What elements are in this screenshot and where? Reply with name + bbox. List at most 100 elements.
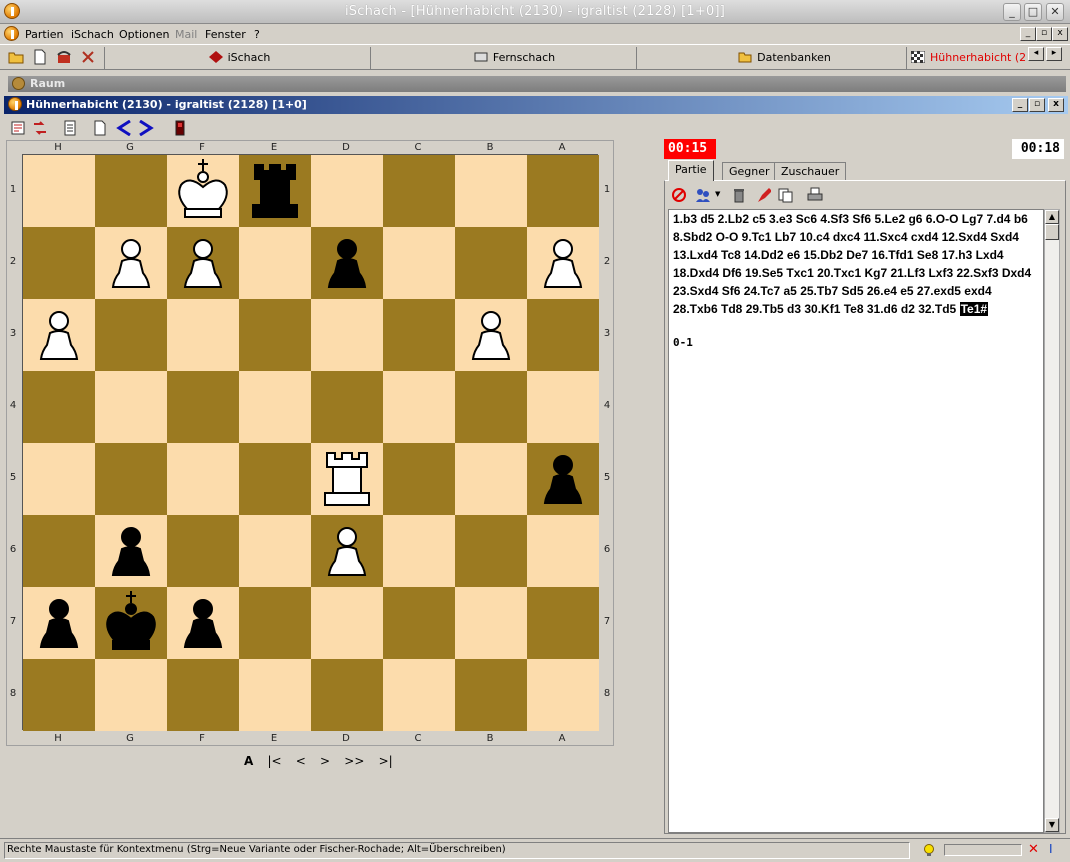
tab-ischach[interactable]: iSchach (104, 47, 370, 69)
square-g8[interactable] (95, 659, 167, 731)
square-g6[interactable] (95, 515, 167, 587)
black-pawn-icon[interactable] (95, 515, 167, 587)
square-d5[interactable] (311, 443, 383, 515)
mdi-close-button[interactable]: x (1052, 27, 1068, 41)
chess-clock-icon[interactable] (172, 120, 188, 136)
game-close-button[interactable]: x (1048, 98, 1064, 112)
last-move[interactable]: Te1# (959, 302, 989, 316)
close-button[interactable]: ✕ (1046, 3, 1064, 21)
square-h6[interactable] (23, 515, 95, 587)
square-b8[interactable] (455, 659, 527, 731)
game-restore-button[interactable]: ▫ (1029, 98, 1045, 112)
square-d4[interactable] (311, 371, 383, 443)
game-minimize-button[interactable]: _ (1012, 98, 1028, 112)
save-game-icon[interactable] (10, 120, 26, 136)
square-d3[interactable] (311, 299, 383, 371)
square-c8[interactable] (383, 659, 455, 731)
square-h8[interactable] (23, 659, 95, 731)
tab-scroll-left-button[interactable]: ◂ (1028, 47, 1044, 61)
square-c6[interactable] (383, 515, 455, 587)
square-b4[interactable] (455, 371, 527, 443)
new-game-icon[interactable] (92, 120, 108, 136)
square-c2[interactable] (383, 227, 455, 299)
square-b6[interactable] (455, 515, 527, 587)
square-f6[interactable] (167, 515, 239, 587)
tab-datenbanken[interactable]: Datenbanken (636, 47, 902, 69)
square-e8[interactable] (239, 659, 311, 731)
square-b3[interactable] (455, 299, 527, 371)
square-g1[interactable] (95, 155, 167, 227)
white-pawn-icon[interactable] (23, 299, 95, 371)
nav-last-button[interactable]: >| (379, 754, 393, 768)
square-f4[interactable] (167, 371, 239, 443)
square-f7[interactable] (167, 587, 239, 659)
nav-first-button[interactable]: |< (267, 754, 281, 768)
users-dropdown-icon[interactable] (695, 187, 711, 203)
square-f8[interactable] (167, 659, 239, 731)
black-pawn-icon[interactable] (527, 443, 599, 515)
maximize-button[interactable]: □ (1024, 3, 1042, 21)
square-d1[interactable] (311, 155, 383, 227)
nav-prev-button[interactable]: < (296, 754, 306, 768)
minimize-button[interactable]: _ (1003, 3, 1021, 21)
tab-zuschauer[interactable]: Zuschauer (774, 162, 847, 180)
square-f2[interactable] (167, 227, 239, 299)
square-b2[interactable] (455, 227, 527, 299)
square-b1[interactable] (455, 155, 527, 227)
square-e4[interactable] (239, 371, 311, 443)
square-e7[interactable] (239, 587, 311, 659)
scroll-down-button[interactable]: ▼ (1045, 818, 1059, 832)
square-h4[interactable] (23, 371, 95, 443)
square-a5[interactable] (527, 443, 599, 515)
square-a7[interactable] (527, 587, 599, 659)
menu-partien[interactable]: Partien (25, 28, 64, 41)
square-c7[interactable] (383, 587, 455, 659)
cancel-icon[interactable] (671, 187, 687, 203)
square-c5[interactable] (383, 443, 455, 515)
square-a3[interactable] (527, 299, 599, 371)
scroll-up-button[interactable]: ▲ (1045, 210, 1059, 224)
chevron-down-icon[interactable]: ▼ (715, 190, 720, 198)
square-f3[interactable] (167, 299, 239, 371)
menu-optionen[interactable]: Optionen (119, 28, 169, 41)
chessboard[interactable] (22, 154, 599, 731)
square-f1[interactable] (167, 155, 239, 227)
square-g5[interactable] (95, 443, 167, 515)
disconnect-tools-icon[interactable] (80, 49, 96, 65)
white-pawn-icon[interactable] (311, 515, 383, 587)
square-e1[interactable] (239, 155, 311, 227)
scroll-thumb[interactable] (1045, 224, 1059, 240)
square-a4[interactable] (527, 371, 599, 443)
move-list-scrollbar[interactable]: ▲ ▼ (1044, 209, 1060, 833)
square-e3[interactable] (239, 299, 311, 371)
square-g7[interactable] (95, 587, 167, 659)
square-h2[interactable] (23, 227, 95, 299)
square-h5[interactable] (23, 443, 95, 515)
nav-fast-forward-button[interactable]: >> (344, 754, 364, 768)
square-d8[interactable] (311, 659, 383, 731)
square-c3[interactable] (383, 299, 455, 371)
nav-next-button[interactable]: > (320, 754, 330, 768)
status-close-icon[interactable]: ✕ (1028, 842, 1039, 857)
mdi-system-menu-icon[interactable] (4, 26, 19, 41)
black-king-icon[interactable] (95, 587, 167, 659)
square-d6[interactable] (311, 515, 383, 587)
square-b7[interactable] (455, 587, 527, 659)
square-a2[interactable] (527, 227, 599, 299)
square-h3[interactable] (23, 299, 95, 371)
square-e5[interactable] (239, 443, 311, 515)
square-a1[interactable] (527, 155, 599, 227)
square-f5[interactable] (167, 443, 239, 515)
tab-gegner[interactable]: Gegner (722, 162, 777, 180)
menu-fenster[interactable]: Fenster (205, 28, 246, 41)
black-pawn-icon[interactable] (311, 227, 383, 299)
square-c1[interactable] (383, 155, 455, 227)
notation-icon[interactable] (62, 120, 78, 136)
white-pawn-icon[interactable] (167, 227, 239, 299)
trash-icon[interactable] (731, 187, 747, 203)
move-list[interactable]: 1.b3 d5 2.Lb2 c5 3.e3 Sc6 4.Sf3 Sf6 5.Le… (668, 209, 1044, 833)
open-folder-icon[interactable] (8, 49, 24, 65)
printer-icon[interactable] (807, 187, 823, 203)
square-g3[interactable] (95, 299, 167, 371)
menu-help[interactable]: ? (254, 28, 260, 41)
